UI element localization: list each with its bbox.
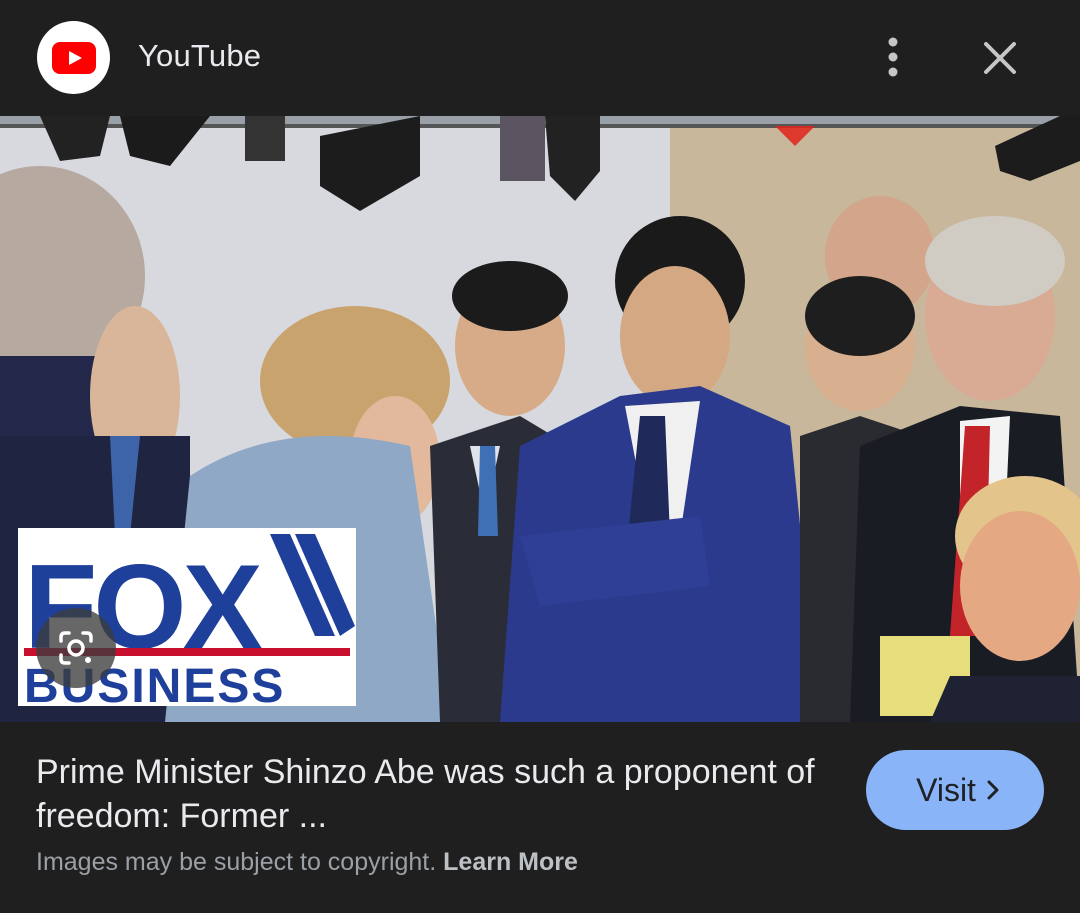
lens-search-button[interactable] bbox=[36, 608, 116, 688]
close-button[interactable] bbox=[972, 30, 1028, 86]
result-image[interactable]: FOX BUSINESS bbox=[0, 116, 1080, 722]
image-caption[interactable]: Prime Minister Shinzo Abe was such a pro… bbox=[36, 750, 836, 838]
youtube-play-icon bbox=[51, 41, 96, 74]
visit-button-label: Visit bbox=[916, 771, 976, 808]
visit-button[interactable]: Visit bbox=[866, 750, 1044, 830]
close-icon bbox=[984, 42, 1016, 74]
learn-more-link[interactable]: Learn More bbox=[443, 848, 578, 876]
image-viewer: YouTube FOX BUSINESS Prime Minister Shin… bbox=[0, 0, 1080, 913]
viewer-header: YouTube bbox=[0, 0, 1080, 116]
more-vert-icon bbox=[888, 37, 898, 77]
copyright-notice: Images may be subject to copyright. Lear… bbox=[36, 848, 578, 877]
source-logo[interactable] bbox=[37, 21, 110, 94]
photo-illustration: FOX BUSINESS bbox=[0, 116, 1080, 722]
source-name[interactable]: YouTube bbox=[138, 38, 261, 74]
chevron-right-icon bbox=[986, 779, 1000, 801]
lens-camera-icon bbox=[59, 631, 93, 665]
copyright-text: Images may be subject to copyright. bbox=[36, 848, 437, 876]
more-options-button[interactable] bbox=[866, 30, 920, 84]
